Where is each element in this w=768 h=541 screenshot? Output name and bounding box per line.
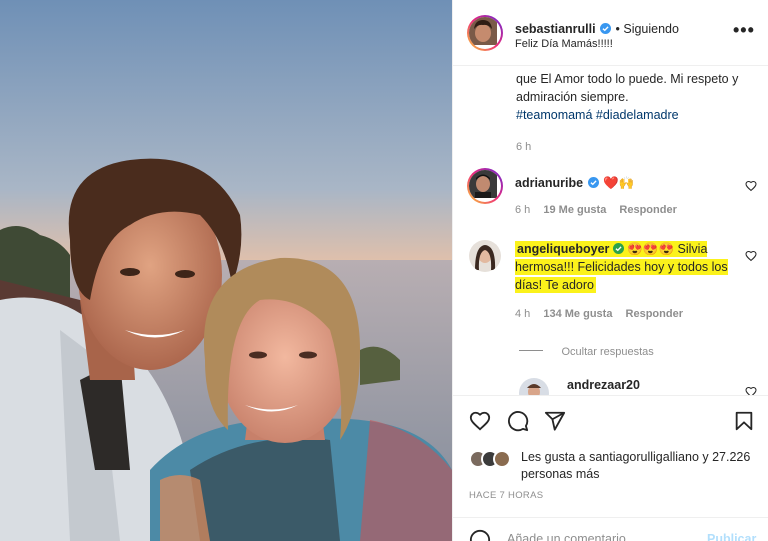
verified-badge-icon (612, 243, 624, 254)
comment-like-heart-icon[interactable] (745, 180, 757, 192)
post-photo[interactable] (0, 0, 452, 541)
author-username[interactable]: sebastianrulli (515, 22, 596, 36)
comment-username[interactable]: angeliqueboyer (517, 242, 609, 256)
comment-username[interactable]: andrezaar20 (567, 378, 640, 392)
verified-badge-icon (600, 23, 612, 34)
comment-time: 6 h (515, 204, 531, 216)
comment-username[interactable]: adrianuribe (515, 176, 583, 190)
commenter-avatar[interactable] (519, 378, 549, 395)
comment-like-heart-icon[interactable] (745, 250, 757, 262)
comment-like-heart-icon[interactable] (745, 386, 757, 395)
reply-button[interactable]: Responder (619, 204, 676, 216)
heart-icon[interactable] (469, 410, 491, 432)
commenter-avatar[interactable] (469, 240, 501, 272)
follow-status[interactable]: Siguiendo (623, 22, 679, 36)
comment-likes[interactable]: 134 Me gusta (543, 308, 612, 320)
post-caption: que El Amor todo lo puede. Mi respeto y … (516, 70, 756, 156)
publish-button[interactable]: Publicar (707, 532, 756, 541)
comment-item: andrezaar20 (453, 376, 768, 395)
caption-time: 6 h (516, 141, 532, 153)
add-comment-input[interactable]: Añade un comentario... (507, 532, 636, 541)
add-comment-bar: Añade un comentario... Publicar (453, 517, 768, 541)
likes-summary[interactable]: Les gusta a santiagorulligalliano y 27.2… (521, 449, 761, 483)
hide-replies-button[interactable]: Ocultar respuestas (519, 342, 654, 360)
liker-avatar[interactable] (493, 450, 511, 468)
commenter-avatar[interactable] (467, 168, 503, 204)
comment-time: 4 h (515, 308, 531, 320)
reply-button[interactable]: Responder (626, 308, 683, 320)
share-icon[interactable] (544, 410, 566, 432)
emoji-icon[interactable] (469, 529, 491, 541)
caption-hashtags[interactable]: #teamomamá #diadelamadre (516, 108, 679, 122)
more-options-icon[interactable]: ••• (733, 20, 755, 41)
comment-icon[interactable] (507, 410, 529, 432)
comment-likes[interactable]: 19 Me gusta (543, 204, 606, 216)
author-avatar[interactable] (467, 15, 503, 51)
hide-replies-label: Ocultar respuestas (561, 346, 654, 358)
verified-badge-icon (587, 177, 599, 188)
bookmark-icon[interactable] (733, 410, 755, 432)
post-details-panel: sebastianrulli • Siguiendo Feliz Día Mam… (452, 0, 768, 541)
caption-text: que El Amor todo lo puede. Mi respeto y … (516, 72, 739, 104)
header-subtitle: Feliz Día Mamás!!!!! (515, 38, 613, 50)
post-time-ago: HACE 7 HORAS (469, 490, 544, 501)
comment-body: angeliqueboyer 😍😍😍 Silvia hermosa!!! Fel… (515, 240, 729, 294)
post-header: sebastianrulli • Siguiendo Feliz Día Mam… (453, 0, 768, 66)
comment-text: ❤️🙌 (602, 176, 635, 190)
